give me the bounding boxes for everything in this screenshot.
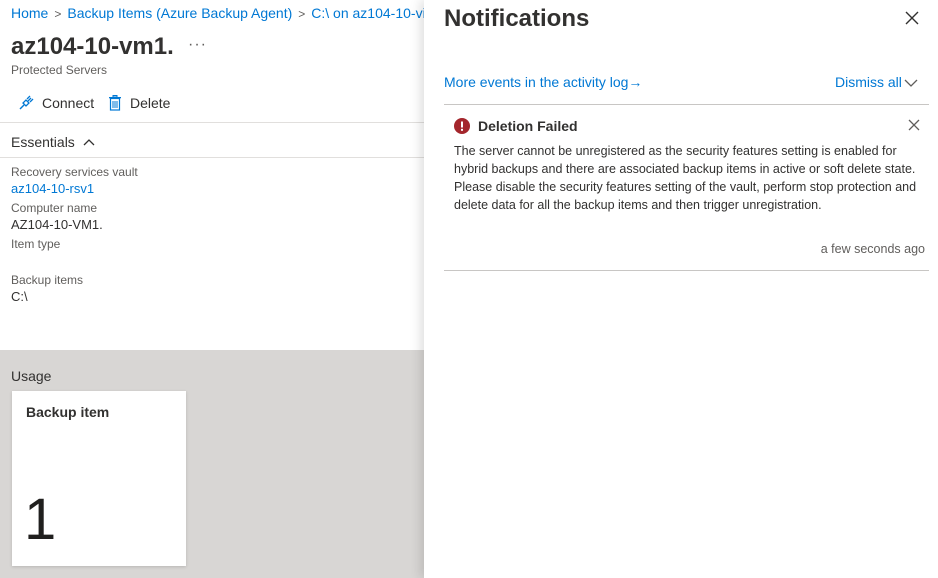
backup-items-label: Backup items bbox=[11, 273, 84, 287]
breadcrumb: Home > Backup Items (Azure Backup Agent) > C… bbox=[11, 5, 424, 21]
dismiss-all-button[interactable]: Dismiss all bbox=[835, 74, 902, 90]
tile-value: 1 bbox=[24, 487, 57, 552]
computer-name-value: AZ104-10-VM1. bbox=[11, 217, 103, 232]
breadcrumb-separator-icon: > bbox=[54, 7, 62, 21]
essentials-section-header: Essentials bbox=[0, 123, 424, 158]
vault-label: Recovery services vault bbox=[11, 165, 138, 179]
plug-icon bbox=[19, 95, 34, 110]
backup-item-tile[interactable]: Backup item 1 bbox=[12, 391, 186, 566]
activity-log-link[interactable]: More events in the activity log→ bbox=[444, 74, 642, 90]
delete-button[interactable]: Delete bbox=[108, 95, 170, 111]
more-options-button[interactable]: ··· bbox=[188, 36, 207, 54]
backup-items-value: C:\ bbox=[11, 289, 28, 304]
activity-log-label: More events in the activity log bbox=[444, 74, 629, 90]
breadcrumb-home[interactable]: Home bbox=[11, 5, 48, 21]
command-bar: Connect Delete bbox=[0, 86, 424, 123]
vault-link[interactable]: az104-10-rsv1 bbox=[11, 181, 94, 196]
notification-timestamp: a few seconds ago bbox=[820, 242, 925, 256]
chevron-up-icon bbox=[83, 139, 95, 146]
notification-item[interactable]: Deletion Failed The server cannot be unr… bbox=[444, 105, 929, 271]
resource-page: Home > Backup Items (Azure Backup Agent) > C… bbox=[0, 0, 424, 578]
close-icon[interactable] bbox=[905, 11, 919, 25]
tile-title: Backup item bbox=[26, 404, 110, 420]
notifications-panel: Notifications More events in the activit… bbox=[424, 0, 938, 578]
notification-title: Deletion Failed bbox=[478, 118, 578, 134]
breadcrumb-backup-items[interactable]: Backup Items (Azure Backup Agent) bbox=[67, 5, 292, 21]
item-type-label: Item type bbox=[11, 237, 61, 251]
usage-title: Usage bbox=[11, 368, 52, 384]
arrow-right-icon: → bbox=[628, 74, 643, 90]
breadcrumb-separator-icon: > bbox=[298, 7, 306, 21]
chevron-down-icon[interactable] bbox=[904, 76, 918, 90]
delete-label: Delete bbox=[130, 95, 171, 111]
usage-section: Usage Backup item 1 bbox=[0, 350, 424, 578]
connect-button[interactable]: Connect bbox=[18, 95, 94, 111]
essentials-toggle[interactable]: Essentials bbox=[11, 134, 95, 150]
panel-title: Notifications bbox=[444, 5, 590, 32]
page-subtitle: Protected Servers bbox=[11, 63, 108, 77]
essentials-label: Essentials bbox=[11, 134, 75, 150]
trash-icon bbox=[109, 95, 121, 111]
connect-label: Connect bbox=[42, 95, 95, 111]
breadcrumb-current-item[interactable]: C:\ on az104-10-vi bbox=[311, 5, 424, 21]
close-icon[interactable] bbox=[908, 119, 920, 131]
page-title: az104-10-vm1. bbox=[11, 33, 174, 60]
error-icon bbox=[454, 118, 470, 134]
computer-name-label: Computer name bbox=[11, 201, 98, 215]
notification-body: The server cannot be unregistered as the… bbox=[454, 144, 917, 212]
